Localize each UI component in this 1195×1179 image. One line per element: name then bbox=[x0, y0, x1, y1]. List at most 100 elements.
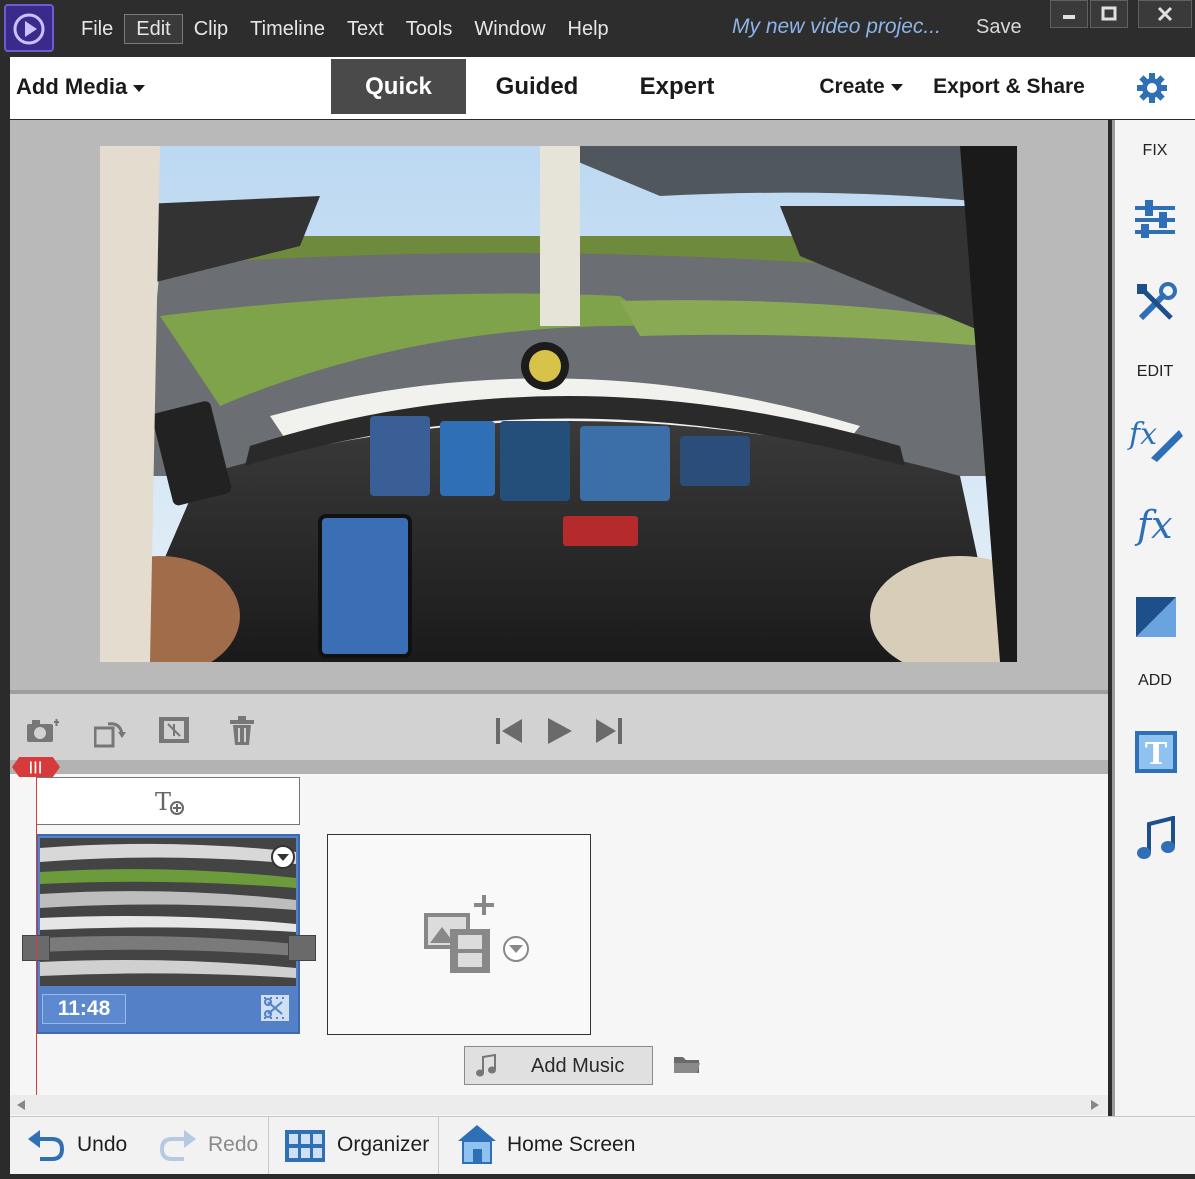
timeline-scrollbar[interactable] bbox=[10, 1095, 1108, 1115]
trim-handle-right[interactable] bbox=[288, 935, 316, 961]
scroll-left-icon[interactable] bbox=[16, 1099, 26, 1111]
maximize-button[interactable] bbox=[1090, 0, 1128, 28]
playhead-grip-icon: ||| bbox=[29, 759, 43, 774]
undo-label: Undo bbox=[77, 1133, 128, 1156]
edit-heading: EDIT bbox=[1136, 363, 1174, 380]
redo-icon bbox=[159, 1130, 196, 1161]
app-logo-icon bbox=[4, 4, 54, 52]
menu-bar: File Edit Clip Timeline Text Tools Windo… bbox=[70, 14, 620, 44]
gear-icon bbox=[1137, 73, 1167, 103]
redo-label: Redo bbox=[208, 1133, 259, 1156]
music-note-icon bbox=[476, 1054, 496, 1077]
playhead-handle[interactable]: ||| bbox=[12, 757, 60, 777]
separator bbox=[438, 1117, 439, 1175]
menu-file[interactable]: File bbox=[70, 14, 124, 44]
organizer-button[interactable]: Organizer bbox=[282, 1117, 432, 1175]
bottom-bar: Undo Redo Organizer Home Screen bbox=[10, 1116, 1195, 1175]
home-icon bbox=[458, 1125, 496, 1164]
rotate-button[interactable] bbox=[93, 718, 126, 753]
menu-help[interactable]: Help bbox=[557, 14, 620, 44]
minimize-button[interactable] bbox=[1050, 0, 1088, 28]
window-bottom-edge bbox=[0, 1174, 1195, 1179]
close-icon bbox=[1157, 6, 1173, 22]
film-trim-icon bbox=[159, 717, 189, 743]
fx-icon: fx bbox=[1134, 503, 1173, 547]
organizer-grid-icon bbox=[285, 1130, 325, 1162]
save-button[interactable]: Save bbox=[976, 16, 1022, 39]
menu-clip[interactable]: Clip bbox=[183, 14, 239, 44]
music-icon bbox=[1137, 815, 1175, 859]
tab-guided[interactable]: Guided bbox=[476, 59, 598, 114]
fx-edit-icon: fx bbox=[1127, 417, 1183, 462]
menu-tools[interactable]: Tools bbox=[395, 14, 464, 44]
svg-text:fx: fx bbox=[1127, 417, 1157, 452]
cockpit-video-frame bbox=[100, 146, 1017, 662]
video-clip[interactable]: 11:48 bbox=[36, 834, 300, 1034]
home-screen-button[interactable]: Home Screen bbox=[454, 1117, 644, 1175]
camera-icon bbox=[27, 719, 59, 742]
add-media-drop-zone[interactable] bbox=[327, 834, 591, 1035]
svg-text:T: T bbox=[155, 788, 171, 816]
add-music-button[interactable]: Add Music bbox=[464, 1046, 653, 1085]
titles-button[interactable]: T bbox=[1134, 730, 1178, 779]
transitions-button[interactable] bbox=[1135, 596, 1177, 643]
add-media-icon bbox=[424, 895, 529, 973]
create-menu[interactable]: Create bbox=[812, 59, 910, 114]
clip-duration: 11:48 bbox=[42, 994, 126, 1024]
close-button[interactable] bbox=[1138, 0, 1192, 28]
add-media-label: Add Media bbox=[16, 74, 128, 99]
go-to-start-button[interactable] bbox=[494, 716, 524, 751]
svg-text:T: T bbox=[1145, 737, 1168, 772]
tools-button[interactable] bbox=[1135, 282, 1177, 329]
settings-button[interactable] bbox=[1136, 72, 1168, 109]
undo-button[interactable]: Undo bbox=[24, 1117, 144, 1175]
export-share-menu[interactable]: Export & Share bbox=[926, 59, 1092, 114]
clip-thumbnail-image bbox=[40, 838, 296, 986]
video-preview[interactable] bbox=[100, 146, 1017, 662]
go-to-end-button[interactable] bbox=[594, 716, 624, 751]
timeline-ruler[interactable] bbox=[10, 760, 1108, 774]
music-button[interactable] bbox=[1135, 815, 1177, 867]
browse-music-button[interactable] bbox=[673, 1053, 701, 1080]
add-media-menu[interactable]: Add Media bbox=[16, 74, 146, 100]
fix-heading: FIX bbox=[1142, 142, 1168, 159]
tab-quick[interactable]: Quick bbox=[331, 59, 466, 114]
clip-options-chevron-icon[interactable] bbox=[270, 844, 296, 870]
delete-button[interactable] bbox=[229, 716, 255, 751]
menu-timeline[interactable]: Timeline bbox=[239, 14, 336, 44]
snapshot-button[interactable] bbox=[26, 718, 60, 749]
scissors-film-icon[interactable] bbox=[260, 994, 290, 1022]
project-title[interactable]: My new video projec... bbox=[732, 15, 941, 39]
trash-icon bbox=[230, 716, 254, 745]
adjustments-button[interactable] bbox=[1133, 200, 1177, 243]
undo-icon bbox=[28, 1130, 65, 1161]
menu-window[interactable]: Window bbox=[463, 14, 556, 44]
redo-button[interactable]: Redo bbox=[156, 1117, 266, 1175]
svg-text:fx: fx bbox=[1134, 503, 1173, 547]
chevron-down-icon bbox=[890, 83, 903, 91]
skip-back-icon bbox=[496, 718, 522, 744]
add-music-label: Add Music bbox=[531, 1055, 625, 1077]
smart-trim-button[interactable] bbox=[158, 716, 190, 749]
menu-text[interactable]: Text bbox=[336, 14, 395, 44]
menu-edit[interactable]: Edit bbox=[124, 14, 183, 44]
separator bbox=[268, 1117, 269, 1175]
tools-icon bbox=[1137, 282, 1177, 321]
right-action-panel: FIX EDIT fx fx ADD T bbox=[1112, 120, 1195, 1116]
scroll-right-icon[interactable] bbox=[1090, 1099, 1100, 1111]
create-label: Create bbox=[819, 75, 885, 98]
play-button[interactable] bbox=[546, 716, 574, 751]
add-title-slot[interactable]: T bbox=[36, 777, 300, 825]
fx-button[interactable]: fx bbox=[1133, 500, 1181, 553]
fx-edit-button[interactable]: fx bbox=[1127, 410, 1185, 467]
tab-expert[interactable]: Expert bbox=[618, 59, 736, 114]
adjustments-icon bbox=[1135, 200, 1175, 238]
title-bar: File Edit Clip Timeline Text Tools Windo… bbox=[0, 0, 1195, 57]
chevron-down-icon bbox=[133, 84, 146, 92]
skip-forward-icon bbox=[596, 718, 622, 744]
play-icon bbox=[548, 718, 572, 744]
minimize-icon bbox=[1063, 15, 1075, 19]
rotate-icon bbox=[93, 722, 126, 748]
title-text-icon: T bbox=[1135, 731, 1177, 773]
maximize-icon bbox=[1101, 6, 1117, 21]
